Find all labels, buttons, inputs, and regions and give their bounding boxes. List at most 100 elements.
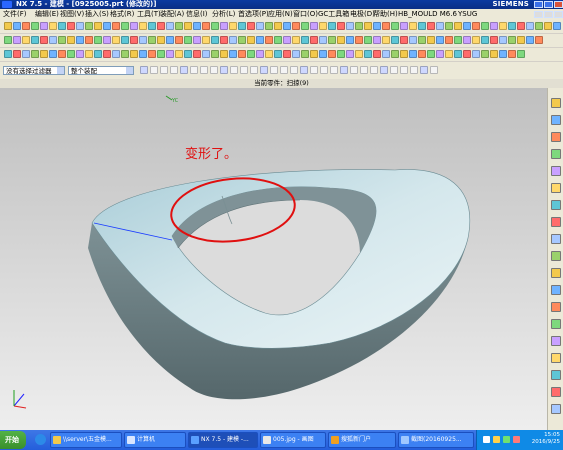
toolbar-tool-icon[interactable] [103,22,111,30]
toolbar-tool-icon[interactable] [400,36,408,44]
toolbar-tool-icon[interactable] [175,50,183,58]
toolbar-tool-icon[interactable] [256,50,264,58]
selection-tool-icon[interactable] [170,66,178,74]
selection-tool-icon[interactable] [230,66,238,74]
toolbar-tool-icon[interactable] [418,36,426,44]
selection-tool-icon[interactable] [150,66,158,74]
toolbar-tool-icon[interactable] [391,22,399,30]
toolbar-tool-icon[interactable] [400,22,408,30]
selection-tool-icon[interactable] [380,66,388,74]
toolbar-tool-icon[interactable] [517,36,525,44]
selection-tool-icon[interactable] [200,66,208,74]
doc-close-button[interactable] [554,11,563,18]
resource-tab-icon[interactable] [551,387,561,397]
toolbar-tool-icon[interactable] [472,36,480,44]
close-button[interactable] [554,1,563,8]
resource-tab-icon[interactable] [551,251,561,261]
toolbar-tool-icon[interactable] [148,50,156,58]
toolbar-tool-icon[interactable] [544,22,552,30]
toolbar-tool-icon[interactable] [283,50,291,58]
toolbar-tool-icon[interactable] [508,50,516,58]
toolbar-tool-icon[interactable] [184,36,192,44]
toolbar-tool-icon[interactable] [472,22,480,30]
toolbar-tool-icon[interactable] [175,22,183,30]
toolbar-tool-icon[interactable] [112,50,120,58]
toolbar-tool-icon[interactable] [346,36,354,44]
toolbar-tool-icon[interactable] [121,36,129,44]
toolbar-tool-icon[interactable] [40,36,48,44]
selection-tool-icon[interactable] [360,66,368,74]
toolbar-tool-icon[interactable] [535,36,543,44]
selection-scope-dropdown[interactable]: 整个装配 [68,66,134,75]
selection-tool-icon[interactable] [190,66,198,74]
toolbar-tool-icon[interactable] [328,50,336,58]
toolbar-tool-icon[interactable] [292,50,300,58]
toolbar-tool-icon[interactable] [103,36,111,44]
selection-tool-icon[interactable] [280,66,288,74]
toolbar-tool-icon[interactable] [454,50,462,58]
selection-tool-icon[interactable] [310,66,318,74]
menu-application[interactable]: 应用(N) [268,10,293,19]
toolbar-tool-icon[interactable] [202,22,210,30]
toolbar-tool-icon[interactable] [454,22,462,30]
toolbar-tool-icon[interactable] [301,22,309,30]
resource-tab-icon[interactable] [551,149,561,159]
toolbar-tool-icon[interactable] [94,50,102,58]
menu-hb-mould[interactable]: HB_MOULD M6.6 [398,10,457,19]
toolbar-tool-icon[interactable] [319,22,327,30]
toolbar-tool-icon[interactable] [301,36,309,44]
selection-tool-icon[interactable] [390,66,398,74]
selection-tool-icon[interactable] [420,66,428,74]
toolbar-tool-icon[interactable] [121,50,129,58]
toolbar-tool-icon[interactable] [157,36,165,44]
toolbar-tool-icon[interactable] [265,50,273,58]
toolbar-tool-icon[interactable] [112,22,120,30]
menu-format[interactable]: 格式(R) [110,10,134,19]
toolbar-tool-icon[interactable] [490,36,498,44]
selection-tool-icon[interactable] [430,66,438,74]
resource-tab-icon[interactable] [551,234,561,244]
graphics-viewport[interactable]: YC 变形了。 [0,88,547,430]
toolbar-tool-icon[interactable] [553,22,561,30]
resource-tab-icon[interactable] [551,336,561,346]
toolbar-tool-icon[interactable] [40,50,48,58]
menu-analysis[interactable]: 分析(L) [212,10,235,19]
toolbar-tool-icon[interactable] [391,36,399,44]
toolbar-tool-icon[interactable] [58,50,66,58]
media-player-icon[interactable] [35,434,46,445]
tray-security-icon[interactable] [513,436,520,443]
selection-tool-icon[interactable] [340,66,348,74]
selection-tool-icon[interactable] [270,66,278,74]
toolbar-tool-icon[interactable] [409,36,417,44]
tray-network-icon[interactable] [483,436,490,443]
toolbar-tool-icon[interactable] [517,50,525,58]
toolbar-tool-icon[interactable] [346,50,354,58]
toolbar-tool-icon[interactable] [481,36,489,44]
toolbar-tool-icon[interactable] [103,50,111,58]
toolbar-tool-icon[interactable] [499,50,507,58]
toolbar-tool-icon[interactable] [382,22,390,30]
toolbar-tool-icon[interactable] [445,22,453,30]
toolbar-tool-icon[interactable] [40,22,48,30]
toolbar-tool-icon[interactable] [409,50,417,58]
task-paint[interactable]: 005.jpg - 画图 [260,432,326,448]
model-view[interactable]: YC 变形了。 [0,88,547,430]
toolbar-tool-icon[interactable] [22,22,30,30]
toolbar-tool-icon[interactable] [283,36,291,44]
toolbar-tool-icon[interactable] [193,22,201,30]
toolbar-tool-icon[interactable] [49,50,57,58]
toolbar-tool-icon[interactable] [157,50,165,58]
toolbar-tool-icon[interactable] [157,22,165,30]
toolbar-tool-icon[interactable] [391,50,399,58]
toolbar-tool-icon[interactable] [436,36,444,44]
resource-tab-icon[interactable] [551,115,561,125]
resource-tab-icon[interactable] [551,302,561,312]
toolbar-tool-icon[interactable] [328,22,336,30]
toolbar-tool-icon[interactable] [292,22,300,30]
toolbar-tool-icon[interactable] [337,36,345,44]
menu-assembly[interactable]: 装配(A) [160,10,184,19]
doc-minimize-button[interactable] [534,11,543,18]
toolbar-tool-icon[interactable] [13,50,21,58]
toolbar-tool-icon[interactable] [292,36,300,44]
selection-tool-icon[interactable] [410,66,418,74]
